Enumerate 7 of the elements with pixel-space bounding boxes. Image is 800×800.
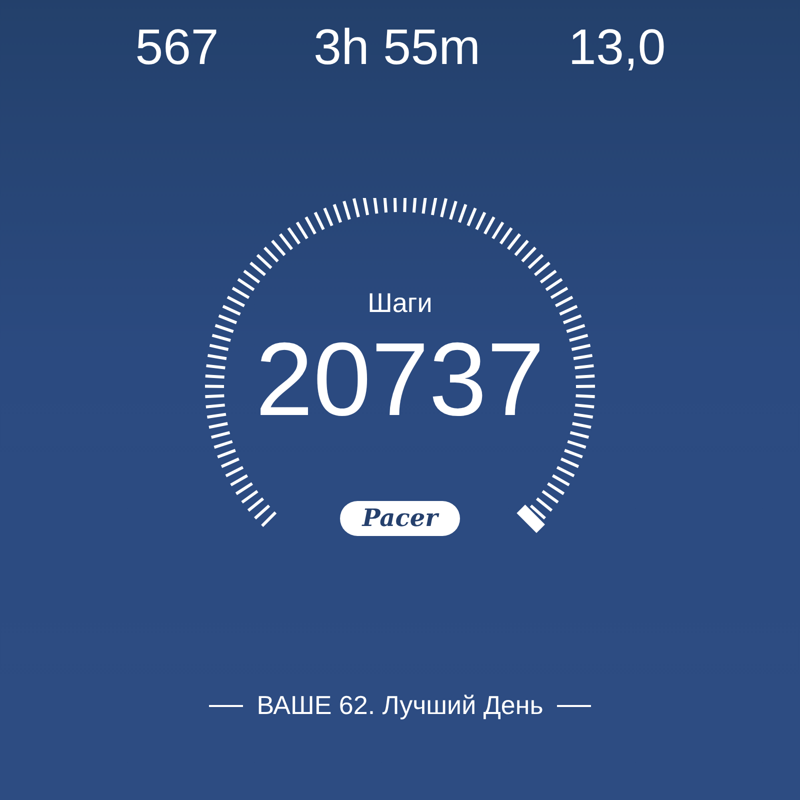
stat-value: 567 xyxy=(135,18,219,76)
steps-count: 20737 xyxy=(255,325,545,435)
steps-label: Шаги xyxy=(368,288,432,319)
stat-value: 3h 55m xyxy=(314,18,480,76)
stat-value: 13,0 xyxy=(568,18,666,76)
best-day-text: ВАШЕ 62. Лучший День xyxy=(256,690,544,721)
logo: Pacer xyxy=(340,501,460,536)
